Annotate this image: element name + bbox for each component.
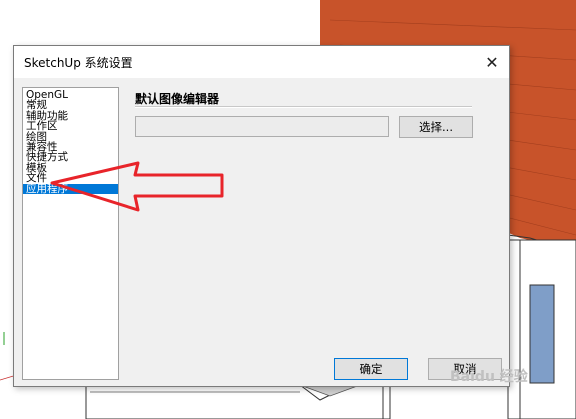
watermark-logo: Baidu 经验 (450, 369, 528, 385)
arrow-icon (50, 161, 224, 212)
red-arrow-annotation (50, 161, 224, 212)
